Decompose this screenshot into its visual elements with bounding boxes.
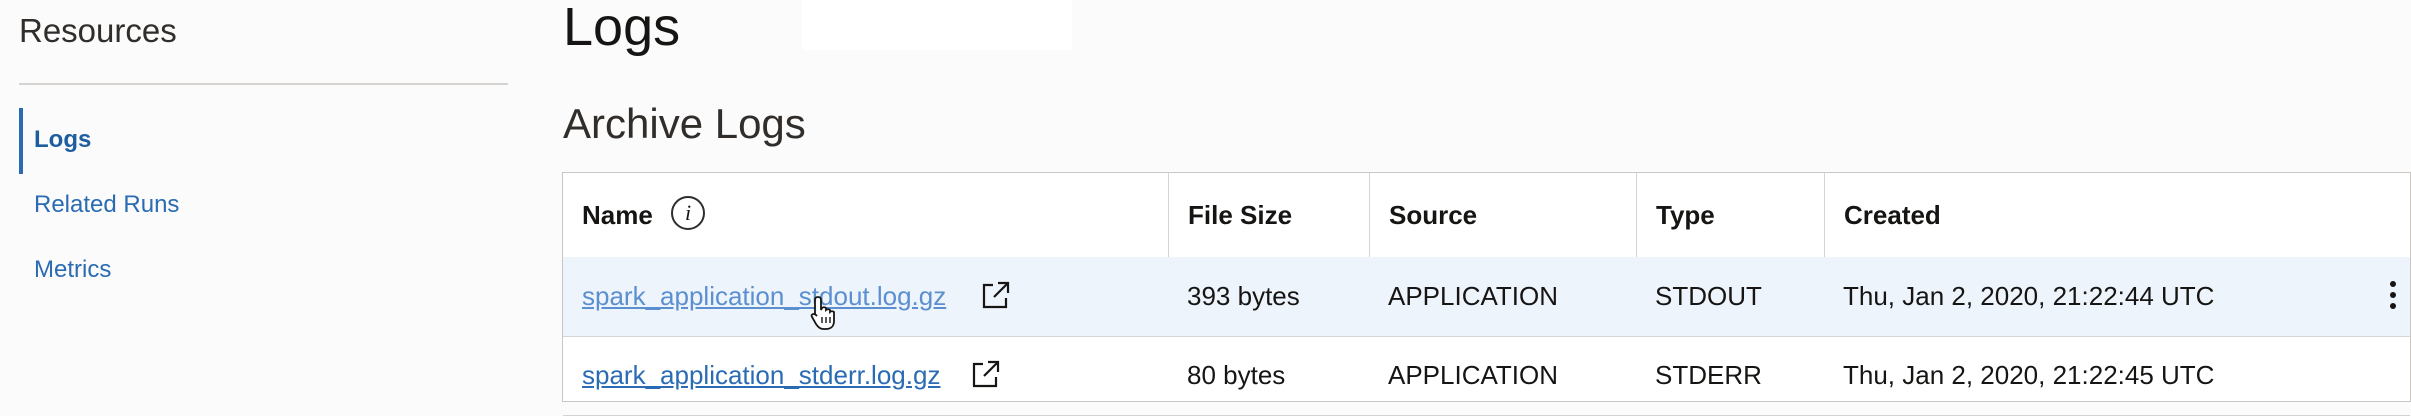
log-name-cell: spark_application_stderr.log.gz bbox=[582, 336, 940, 415]
source-cell: APPLICATION bbox=[1388, 360, 1559, 390]
sidebar-item-logs[interactable]: Logs bbox=[34, 126, 91, 154]
type-cell: STDOUT bbox=[1655, 281, 1762, 311]
log-file-link[interactable]: spark_application_stderr.log.gz bbox=[582, 360, 940, 390]
sidebar-item-metrics[interactable]: Metrics bbox=[34, 256, 111, 284]
column-header-type[interactable]: Type bbox=[1637, 173, 1825, 257]
archive-logs-table: Name i File Size Source Type Created spa… bbox=[562, 172, 2411, 416]
resources-sidebar: Resources Logs Related Runs Metrics bbox=[0, 0, 520, 382]
created-cell: Thu, Jan 2, 2020, 21:22:45 UTC bbox=[1843, 360, 2215, 390]
title-placeholder-box bbox=[802, 0, 1072, 50]
log-file-link[interactable]: spark_application_stdout.log.gz bbox=[582, 281, 946, 311]
column-header-name[interactable]: Name i bbox=[563, 173, 1169, 257]
table-header: Name i File Size Source Type Created bbox=[563, 173, 2410, 258]
source-cell: APPLICATION bbox=[1388, 281, 1559, 311]
section-title: Archive Logs bbox=[563, 100, 806, 147]
column-header-source[interactable]: Source bbox=[1370, 173, 1637, 257]
file-size-cell: 80 bytes bbox=[1187, 360, 1286, 390]
sidebar-divider bbox=[19, 83, 508, 85]
nav-active-indicator bbox=[19, 108, 23, 174]
type-cell: STDERR bbox=[1655, 360, 1762, 390]
log-name-cell: spark_application_stdout.log.gz bbox=[582, 257, 946, 336]
external-link-icon[interactable] bbox=[970, 358, 1002, 390]
info-icon[interactable]: i bbox=[671, 196, 705, 230]
hand-cursor-icon bbox=[810, 296, 835, 330]
external-link-icon[interactable] bbox=[980, 279, 1012, 311]
sidebar-item-related-runs[interactable]: Related Runs bbox=[34, 191, 179, 219]
table-row[interactable]: spark_application_stderr.log.gz 80 bytes… bbox=[563, 336, 2410, 416]
column-label-name: Name bbox=[582, 200, 653, 230]
column-header-file-size[interactable]: File Size bbox=[1169, 173, 1370, 257]
column-header-created[interactable]: Created bbox=[1825, 173, 2410, 257]
page-title: Logs bbox=[563, 0, 681, 57]
sidebar-title: Resources bbox=[19, 12, 177, 49]
created-cell: Thu, Jan 2, 2020, 21:22:44 UTC bbox=[1843, 281, 2215, 311]
table-row[interactable]: spark_application_stdout.log.gz 393 byte… bbox=[563, 257, 2410, 337]
file-size-cell: 393 bytes bbox=[1187, 281, 1300, 311]
kebab-menu-icon[interactable] bbox=[2389, 281, 2397, 315]
